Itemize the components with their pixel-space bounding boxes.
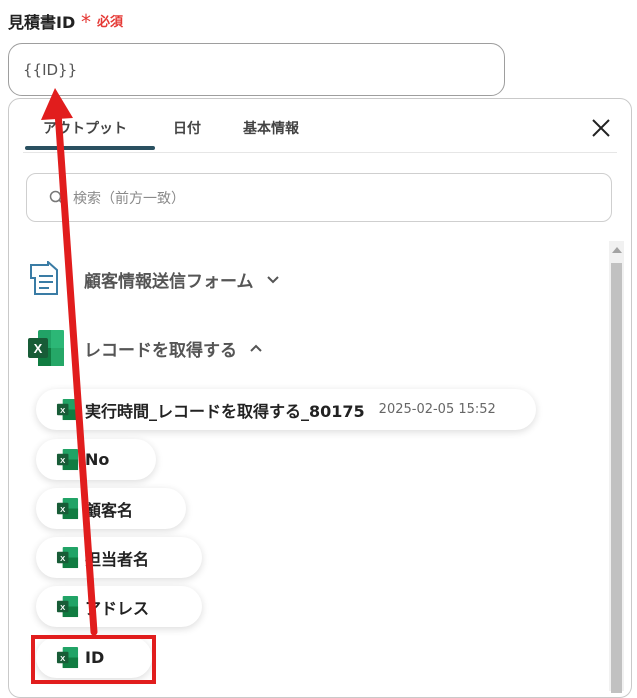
annotation-arrow (41, 88, 98, 636)
